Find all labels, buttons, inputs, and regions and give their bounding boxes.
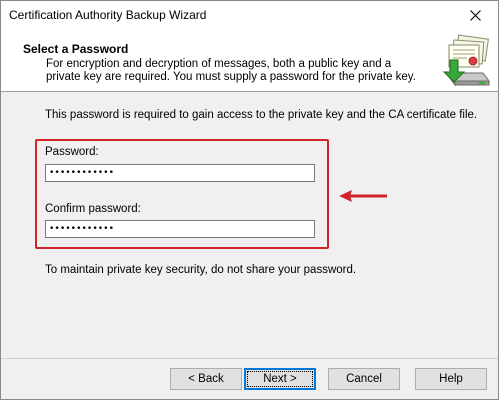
- intro-text: This password is required to gain access…: [45, 109, 478, 121]
- back-button[interactable]: < Back: [170, 368, 242, 390]
- close-button[interactable]: [452, 1, 498, 29]
- help-button[interactable]: Help: [415, 368, 487, 390]
- footer-divider: [1, 358, 498, 359]
- window-title: Certification Authority Backup Wizard: [9, 8, 207, 22]
- password-label: Password:: [45, 146, 99, 158]
- close-icon: [469, 9, 481, 21]
- confirm-password-input[interactable]: [45, 220, 315, 238]
- security-note: To maintain private key security, do not…: [45, 264, 357, 276]
- confirm-password-label: Confirm password:: [45, 203, 141, 215]
- certificate-backup-icon: [442, 34, 490, 87]
- password-input[interactable]: [45, 164, 315, 182]
- cancel-button[interactable]: Cancel: [328, 368, 400, 390]
- wizard-window: Certification Authority Backup Wizard Se…: [0, 0, 499, 400]
- next-button[interactable]: Next >: [244, 368, 316, 390]
- page-description: For encryption and decryption of message…: [46, 58, 416, 83]
- title-bar[interactable]: Certification Authority Backup Wizard: [1, 1, 498, 29]
- page-title: Select a Password: [23, 42, 129, 56]
- red-arrow-left-icon: [339, 190, 387, 202]
- wizard-header: Select a Password For encryption and dec…: [1, 29, 498, 92]
